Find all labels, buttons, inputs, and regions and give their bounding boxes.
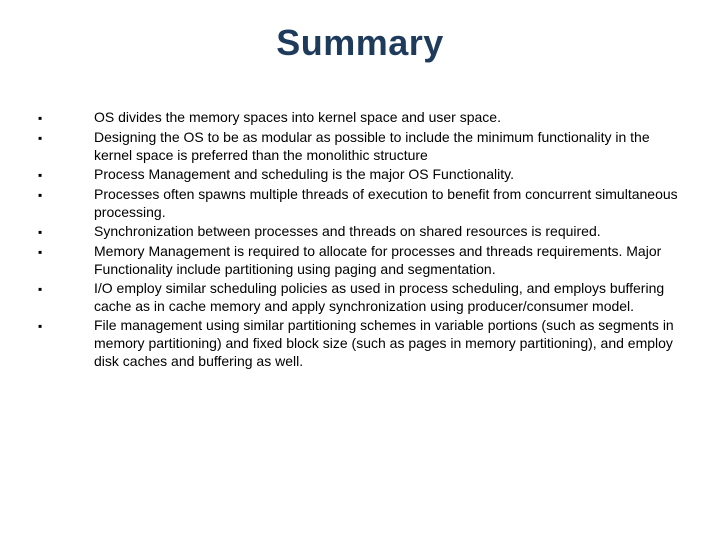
bullet-icon: ▪ — [38, 128, 94, 147]
list-item-text: Designing the OS to be as modular as pos… — [94, 128, 682, 164]
list-item: ▪ Memory Management is required to alloc… — [38, 242, 682, 278]
list-item: ▪ Designing the OS to be as modular as p… — [38, 128, 682, 164]
slide-title: Summary — [0, 0, 720, 64]
list-item: ▪ I/O employ similar scheduling policies… — [38, 279, 682, 315]
list-item-text: File management using similar partitioni… — [94, 316, 682, 370]
list-item-text: Process Management and scheduling is the… — [94, 165, 682, 183]
list-item-text: Processes often spawns multiple threads … — [94, 185, 682, 221]
bullet-icon: ▪ — [38, 108, 94, 127]
list-item: ▪ Processes often spawns multiple thread… — [38, 185, 682, 221]
bullet-icon: ▪ — [38, 165, 94, 184]
list-item-text: Synchronization between processes and th… — [94, 222, 682, 240]
bullet-icon: ▪ — [38, 185, 94, 204]
bullet-icon: ▪ — [38, 222, 94, 241]
list-item: ▪ File management using similar partitio… — [38, 316, 682, 370]
list-item: ▪ OS divides the memory spaces into kern… — [38, 108, 682, 127]
list-item-text: Memory Management is required to allocat… — [94, 242, 682, 278]
bullet-icon: ▪ — [38, 279, 94, 298]
bullet-icon: ▪ — [38, 242, 94, 261]
list-item: ▪ Process Management and scheduling is t… — [38, 165, 682, 184]
bullet-icon: ▪ — [38, 316, 94, 335]
list-item-text: I/O employ similar scheduling policies a… — [94, 279, 682, 315]
list-item: ▪ Synchronization between processes and … — [38, 222, 682, 241]
bullet-list: ▪ OS divides the memory spaces into kern… — [38, 108, 682, 371]
list-item-text: OS divides the memory spaces into kernel… — [94, 108, 682, 126]
slide: Summary ▪ OS divides the memory spaces i… — [0, 0, 720, 540]
